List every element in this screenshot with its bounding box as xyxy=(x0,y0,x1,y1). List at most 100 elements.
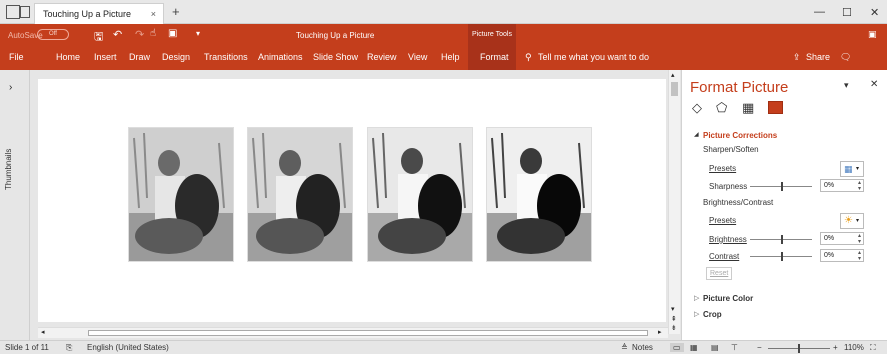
autosave-toggle[interactable]: Off xyxy=(37,29,69,40)
contrast-spinner[interactable]: 0% ▴ ▾ xyxy=(820,249,864,262)
maximize-button[interactable]: ☐ xyxy=(842,6,852,19)
document-title: Touching Up a Picture xyxy=(296,31,375,40)
present-icon[interactable]: ▣ xyxy=(168,28,177,39)
spinner-arrows-icon[interactable]: ▴ ▾ xyxy=(858,250,861,262)
photo-variant-2[interactable] xyxy=(247,127,353,262)
share-icon[interactable]: ⇪ xyxy=(793,52,801,63)
brightness-contrast-label: Brightness/Contrast xyxy=(703,198,774,207)
menu-insert[interactable]: Insert xyxy=(94,52,117,62)
search-icon[interactable]: ⚲ xyxy=(525,52,532,63)
fill-line-icon[interactable]: ◇ xyxy=(692,100,702,116)
brightness-spinner[interactable]: 0% ▴ ▾ xyxy=(820,232,864,245)
notes-button[interactable]: Notes xyxy=(632,343,653,352)
scroll-up-icon[interactable]: ▴ xyxy=(671,71,675,79)
photo-original[interactable] xyxy=(128,127,234,262)
zoom-slider-thumb[interactable] xyxy=(798,344,800,353)
slideshow-view-icon[interactable]: ⊤ xyxy=(731,343,738,352)
sharpen-presets-button[interactable]: ▦ ▾ xyxy=(840,161,864,177)
spinner-arrows-icon[interactable]: ▴ ▾ xyxy=(858,233,861,245)
menu-format[interactable]: Format xyxy=(480,52,509,62)
photo-variant-3[interactable] xyxy=(367,127,473,262)
menu-transitions[interactable]: Transitions xyxy=(204,52,248,62)
picture-icon[interactable] xyxy=(768,101,783,114)
vertical-scrollbar[interactable]: ▴ ▾ ⇞ ⇟ xyxy=(668,70,680,334)
horizontal-scroll-thumb[interactable] xyxy=(88,330,648,336)
menu-home[interactable]: Home xyxy=(56,52,80,62)
spinner-arrows-icon[interactable]: ▴ ▾ xyxy=(858,180,861,192)
size-properties-icon[interactable]: ▦ xyxy=(742,100,754,116)
fit-to-window-icon[interactable]: ⛶ xyxy=(870,343,876,353)
sharpness-label: Sharpness xyxy=(709,182,748,191)
horizontal-scrollbar[interactable]: ◂ ▸ xyxy=(38,327,668,338)
sun-icon: ☀ xyxy=(844,215,853,226)
brightness-presets-button[interactable]: ☀ ▾ xyxy=(840,213,864,229)
slide-canvas[interactable] xyxy=(38,79,666,322)
sharpen-soften-label: Sharpen/Soften xyxy=(703,145,759,154)
share-button[interactable]: Share xyxy=(806,52,830,62)
menu-draw[interactable]: Draw xyxy=(129,52,150,62)
pane-title: Format Picture xyxy=(690,79,789,96)
tell-me-input[interactable]: Tell me what you want to do xyxy=(538,52,649,62)
new-tab-button[interactable]: + xyxy=(172,4,180,19)
minimize-button[interactable]: — xyxy=(814,6,825,18)
customize-qat-icon[interactable]: ▾ xyxy=(196,29,200,38)
expand-arrow-icon[interactable]: ▷ xyxy=(694,294,699,302)
zoom-level[interactable]: 110% xyxy=(844,343,864,352)
reading-view-icon[interactable]: ▤ xyxy=(711,343,719,352)
effects-icon[interactable]: ⬠ xyxy=(716,100,727,116)
dropdown-icon: ▾ xyxy=(856,218,860,224)
notes-icon[interactable]: ≜ xyxy=(621,343,628,352)
collapse-arrow-icon[interactable]: ◢ xyxy=(694,131,699,138)
brightness-label: Brightness xyxy=(709,235,747,244)
scroll-down-icon[interactable]: ▾ xyxy=(671,305,675,313)
previous-slide-icon[interactable]: ⇞ xyxy=(671,315,677,323)
next-slide-icon[interactable]: ⇟ xyxy=(671,324,677,332)
zoom-out-icon[interactable]: − xyxy=(757,343,762,352)
tab-title: Touching Up a Picture xyxy=(43,9,132,19)
slide-sorter-icon[interactable]: ▦ xyxy=(690,343,698,352)
contrast-slider-thumb[interactable] xyxy=(781,252,783,261)
picture-color-header[interactable]: Picture Color xyxy=(703,294,753,303)
menu-help[interactable]: Help xyxy=(441,52,460,62)
crop-header[interactable]: Crop xyxy=(703,310,722,319)
menu-file[interactable]: File xyxy=(9,52,24,62)
sharpness-spinner[interactable]: 0% ▴ ▾ xyxy=(820,179,864,192)
sharpness-slider-thumb[interactable] xyxy=(781,182,783,191)
scroll-right-icon[interactable]: ▸ xyxy=(658,328,662,336)
tab-close-button[interactable]: × xyxy=(151,9,156,19)
language-indicator[interactable]: English (United States) xyxy=(87,343,169,352)
undo-icon[interactable]: ↶ xyxy=(113,28,122,41)
close-window-button[interactable]: ✕ xyxy=(870,6,879,19)
brightness-slider-thumb[interactable] xyxy=(781,235,783,244)
menu-review[interactable]: Review xyxy=(367,52,397,62)
browser-tab[interactable]: Touching Up a Picture × xyxy=(34,3,164,24)
pane-options-icon[interactable]: ▾ xyxy=(844,80,849,91)
comments-icon[interactable]: 🗨 xyxy=(840,52,851,63)
touch-mode-icon[interactable]: ☝ xyxy=(150,28,156,39)
app-menu-icon[interactable] xyxy=(6,5,20,19)
expand-thumbnails-icon[interactable]: › xyxy=(9,82,12,93)
vertical-scroll-thumb[interactable] xyxy=(671,82,678,96)
save-icon[interactable]: 🖫 xyxy=(94,28,103,47)
spelling-icon[interactable]: ⎘ xyxy=(66,343,72,353)
menu-animations[interactable]: Animations xyxy=(258,52,303,62)
redo-icon[interactable]: ↷ xyxy=(135,28,144,41)
thumbnails-pane[interactable]: › Thumbnails xyxy=(0,70,30,340)
status-bar: Slide 1 of 11 ⎘ English (United States) … xyxy=(0,340,887,354)
reset-button[interactable]: Reset xyxy=(706,267,732,280)
tab-list-icon[interactable] xyxy=(20,6,30,18)
photo-variant-4[interactable] xyxy=(486,127,592,262)
menu-design[interactable]: Design xyxy=(162,52,190,62)
zoom-in-icon[interactable]: + xyxy=(833,343,838,352)
menu-slide-show[interactable]: Slide Show xyxy=(313,52,358,62)
expand-arrow-icon[interactable]: ▷ xyxy=(694,310,699,318)
menu-view[interactable]: View xyxy=(408,52,427,62)
normal-view-icon[interactable]: ▭ xyxy=(670,343,684,352)
window-titlebar: Touching Up a Picture × + — ☐ ✕ xyxy=(0,0,887,24)
pane-close-icon[interactable]: ✕ xyxy=(870,79,878,90)
ribbon-display-icon[interactable]: ▣ xyxy=(868,29,877,40)
thumbnails-label: Thumbnails xyxy=(4,148,13,190)
scroll-left-icon[interactable]: ◂ xyxy=(41,328,45,336)
ribbon: AutoSave Off 🖫 ↶ ↷ ☝ ▣ ▾ Touching Up a P… xyxy=(0,24,887,70)
picture-corrections-header[interactable]: Picture Corrections xyxy=(703,131,777,140)
